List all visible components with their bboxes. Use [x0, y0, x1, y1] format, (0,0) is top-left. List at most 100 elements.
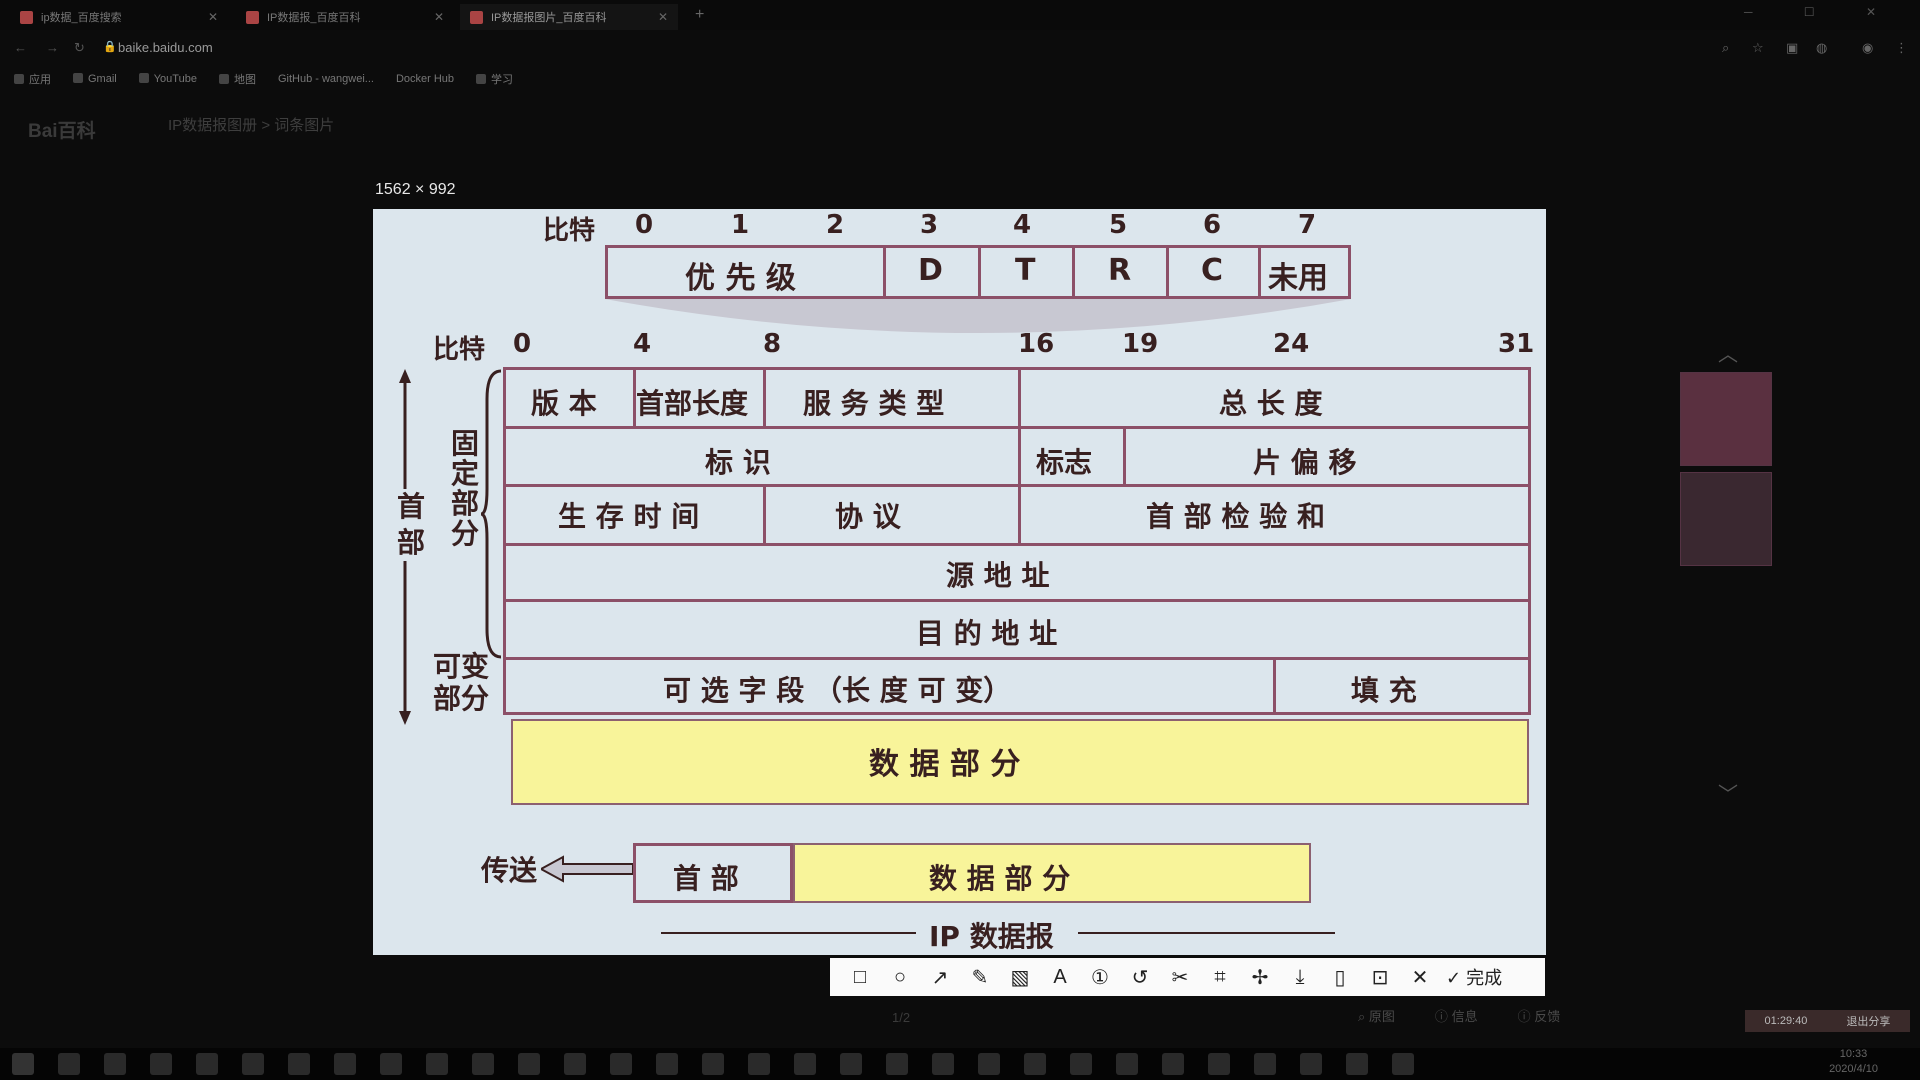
- close-icon[interactable]: ✕: [208, 10, 218, 24]
- app-icon[interactable]: [610, 1053, 632, 1075]
- tos-expansion-fan: [605, 299, 1351, 333]
- bookmark-github[interactable]: GitHub - wangwei...: [278, 73, 374, 85]
- divider: [1258, 245, 1261, 299]
- app-icon[interactable]: [1208, 1053, 1230, 1075]
- new-tab-button[interactable]: +: [695, 6, 704, 24]
- cortana-icon[interactable]: [104, 1053, 126, 1075]
- header-bit-0: 0: [513, 329, 532, 359]
- circle-icon[interactable]: ○: [880, 966, 920, 989]
- text-icon[interactable]: A: [1040, 966, 1080, 989]
- number-icon[interactable]: ①: [1080, 965, 1120, 990]
- field-ttl: 生 存 时 间: [558, 500, 700, 533]
- bookmark-maps[interactable]: 地图: [218, 71, 256, 87]
- star-icon[interactable]: ☆: [1752, 40, 1764, 56]
- ip-datagram-diagram: 比特 0 1 2 3 4 5 6 7 优 先 级 D T R C 未用 比特 0…: [373, 209, 1546, 955]
- app-icon[interactable]: [1300, 1053, 1322, 1075]
- close-icon[interactable]: ✕: [1400, 965, 1440, 990]
- close-icon[interactable]: ✕: [658, 10, 668, 24]
- forward-icon[interactable]: →: [46, 40, 59, 55]
- profile-icon[interactable]: ◉: [1862, 40, 1873, 56]
- app-icon[interactable]: [794, 1053, 816, 1075]
- screen-share-badge[interactable]: 01:29:40 退出分享: [1745, 1010, 1910, 1032]
- app-icon[interactable]: [242, 1053, 264, 1075]
- bookmark-study[interactable]: 学习: [476, 71, 513, 87]
- thumbnail-1[interactable]: [1680, 372, 1772, 466]
- tos-r: R: [1108, 253, 1132, 288]
- bookmark-youtube[interactable]: YouTube: [138, 73, 197, 85]
- tos-t: T: [1015, 253, 1036, 288]
- tab-1[interactable]: ip数据_百度搜索 ✕: [10, 4, 228, 30]
- tab-2[interactable]: IP数据报_百度百科 ✕: [236, 4, 454, 30]
- undo-icon[interactable]: ↺: [1120, 965, 1160, 990]
- app-icon[interactable]: [886, 1053, 908, 1075]
- app-icon[interactable]: [518, 1053, 540, 1075]
- scissors-icon[interactable]: ✂: [1160, 965, 1200, 990]
- app-icon[interactable]: [748, 1053, 770, 1075]
- back-icon[interactable]: ←: [14, 40, 27, 55]
- chevron-down-icon[interactable]: ﹀: [1718, 778, 1738, 807]
- reload-icon[interactable]: ↻: [74, 40, 85, 56]
- feedback-button[interactable]: ⓘ 反馈: [1518, 1006, 1561, 1025]
- row-divider: [503, 543, 1531, 546]
- app-icon[interactable]: [1162, 1053, 1184, 1075]
- pin-icon[interactable]: ✢: [1240, 965, 1280, 990]
- app-icon[interactable]: [334, 1053, 356, 1075]
- window-controls[interactable]: ─ ☐ ✕: [1744, 5, 1900, 19]
- extension-2-icon[interactable]: ◍: [1816, 40, 1827, 56]
- thumbnail-2[interactable]: [1680, 472, 1772, 566]
- app-icon[interactable]: [932, 1053, 954, 1075]
- chevron-up-icon[interactable]: ︿: [1718, 338, 1738, 367]
- app-icon[interactable]: [288, 1053, 310, 1075]
- close-icon[interactable]: ✕: [434, 10, 444, 24]
- bookmark-apps[interactable]: 应用: [14, 71, 51, 87]
- stop-share-button[interactable]: 退出分享: [1846, 1013, 1890, 1029]
- system-clock[interactable]: 10:33 2020/4/10: [1829, 1047, 1878, 1077]
- task-view-icon[interactable]: [150, 1053, 172, 1075]
- done-button[interactable]: ✓ 完成: [1446, 964, 1502, 990]
- divider: [1072, 245, 1075, 299]
- search-icon: ⌕: [1358, 1009, 1366, 1024]
- app-icon[interactable]: [426, 1053, 448, 1075]
- info-icon: ⓘ: [1434, 1009, 1448, 1024]
- header-bits-label: 比特: [433, 335, 486, 365]
- bookmark-icon[interactable]: ⊡: [1360, 965, 1400, 990]
- search-icon[interactable]: [58, 1053, 80, 1075]
- app-icon[interactable]: [702, 1053, 724, 1075]
- fixed-part-brace: [481, 369, 502, 659]
- app-icon[interactable]: [1346, 1053, 1368, 1075]
- breadcrumb[interactable]: IP数据报图册 > 词条图片: [168, 114, 334, 135]
- app-icon[interactable]: [1254, 1053, 1276, 1075]
- field-tos: 服 务 类 型: [803, 387, 945, 420]
- info-button[interactable]: ⓘ 信息: [1435, 1006, 1478, 1025]
- url-field[interactable]: baike.baidu.com: [118, 40, 213, 55]
- original-image-button[interactable]: ⌕ 原图: [1358, 1006, 1395, 1025]
- extension-icon[interactable]: ▣: [1786, 40, 1798, 56]
- app-icon[interactable]: [380, 1053, 402, 1075]
- bookmark-gmail[interactable]: Gmail: [73, 73, 117, 85]
- app-icon[interactable]: [1070, 1053, 1092, 1075]
- app-icon[interactable]: [564, 1053, 586, 1075]
- arrow-icon[interactable]: ↗: [920, 965, 960, 990]
- apps-icon: [14, 74, 24, 84]
- app-icon[interactable]: [656, 1053, 678, 1075]
- app-icon[interactable]: [196, 1053, 218, 1075]
- phone-icon[interactable]: ▯: [1320, 965, 1360, 990]
- menu-icon[interactable]: ⋮: [1895, 40, 1908, 56]
- baidu-baike-logo[interactable]: Bai百科: [28, 116, 96, 143]
- mosaic-icon[interactable]: ▧: [1000, 965, 1040, 990]
- windows-start-icon[interactable]: [12, 1053, 34, 1075]
- app-icon[interactable]: [1392, 1053, 1414, 1075]
- app-icon[interactable]: [1024, 1053, 1046, 1075]
- rectangle-icon[interactable]: □: [840, 966, 880, 989]
- app-icon[interactable]: [472, 1053, 494, 1075]
- tab-3[interactable]: IP数据报图片_百度百科 ✕: [460, 4, 678, 30]
- download-icon[interactable]: ⤓: [1280, 966, 1320, 989]
- app-icon[interactable]: [978, 1053, 1000, 1075]
- pen-icon[interactable]: ✎: [960, 965, 1000, 990]
- app-icon[interactable]: [840, 1053, 862, 1075]
- tos-bit-4: 4: [1013, 210, 1032, 240]
- crop-icon[interactable]: ⌗: [1200, 966, 1240, 989]
- bookmark-dockerhub[interactable]: Docker Hub: [396, 73, 454, 85]
- zoom-icon[interactable]: ⌕: [1722, 40, 1729, 56]
- app-icon[interactable]: [1116, 1053, 1138, 1075]
